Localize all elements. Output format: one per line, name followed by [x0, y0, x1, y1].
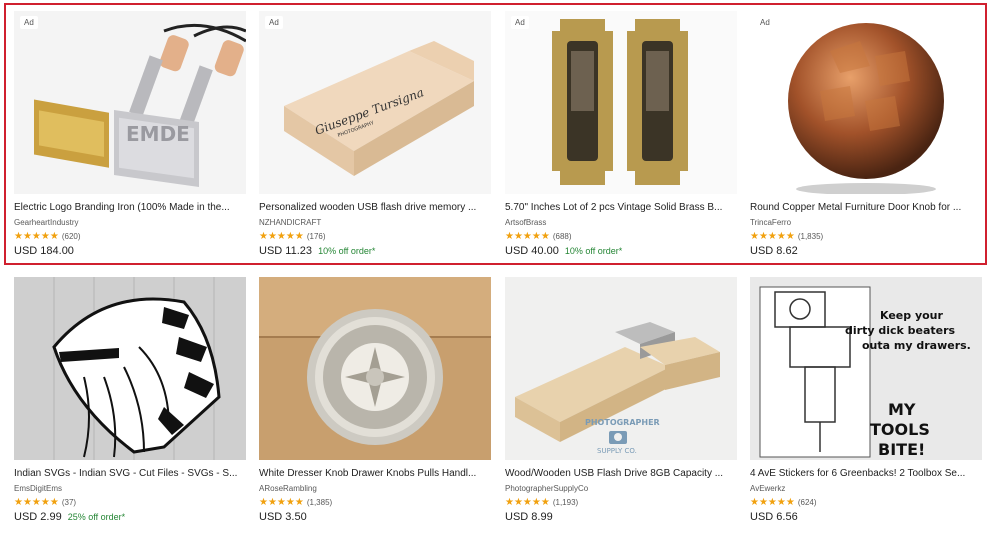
listing-image[interactable] — [259, 277, 491, 460]
price: USD 8.62 — [750, 245, 798, 257]
promo: 10% off order* — [318, 246, 376, 256]
shop-name: ArtsofBrass — [505, 218, 547, 227]
star-rating-icon: ★★★★★ — [750, 497, 795, 508]
listing-title[interactable]: Wood/Wooden USB Flash Drive 8GB Capacity… — [505, 468, 737, 479]
rating: ★★★★★ (688) — [505, 231, 737, 242]
rating: ★★★★★ (1,835) — [750, 231, 982, 242]
shop-name: GearheartIndustry — [14, 218, 79, 227]
listing-card[interactable]: EMDE Ad Electric Logo Branding Iron (100… — [14, 11, 246, 257]
rating: ★★★★★ (176) — [259, 231, 491, 242]
star-rating-icon: ★★★★★ — [14, 497, 59, 508]
rating: ★★★★★ (37) — [14, 497, 246, 508]
shop-name: AvEwerkz — [750, 484, 786, 493]
shop-name: NZHANDICRAFT — [259, 218, 322, 227]
listing-title[interactable]: Round Copper Metal Furniture Door Knob f… — [750, 202, 982, 213]
star-rating-icon: ★★★★★ — [14, 231, 59, 242]
ad-badge: Ad — [265, 16, 283, 29]
listing-card[interactable]: Ad 5.70" Inches Lot of 2 pcs Vintage Sol… — [505, 11, 737, 257]
listing-image[interactable]: Ad — [750, 11, 982, 194]
review-count: (620) — [61, 232, 81, 241]
svg-text:EMDE: EMDE — [126, 122, 190, 146]
review-count: (1,385) — [306, 498, 333, 507]
listing-title[interactable]: 5.70" Inches Lot of 2 pcs Vintage Solid … — [505, 202, 737, 213]
watermark-line1: PHOTOGRAPHER — [585, 418, 660, 427]
price: USD 11.23 — [259, 245, 312, 257]
rating: ★★★★★ (620) — [14, 231, 246, 242]
ad-badge: Ad — [756, 16, 774, 29]
price-row: USD 3.50 — [259, 511, 491, 523]
listing-title[interactable]: Indian SVGs - Indian SVG - Cut Files - S… — [14, 468, 246, 479]
listing-title[interactable]: 4 AvE Stickers for 6 Greenbacks! 2 Toolb… — [750, 468, 982, 479]
star-rating-icon: ★★★★★ — [259, 231, 304, 242]
price-row: USD 8.99 — [505, 511, 737, 523]
watermark-line2: SUPPLY CO. — [597, 447, 637, 455]
listing-card[interactable]: White Dresser Knob Drawer Knobs Pulls Ha… — [259, 277, 491, 523]
price-row: USD 40.00 10% off order* — [505, 245, 737, 257]
rating: ★★★★★ (1,193) — [505, 497, 737, 508]
star-rating-icon: ★★★★★ — [505, 497, 550, 508]
review-count: (176) — [306, 232, 326, 241]
price: USD 40.00 — [505, 245, 559, 257]
review-count: (1,835) — [797, 232, 824, 241]
listing-image[interactable] — [14, 277, 246, 460]
review-count: (1,193) — [552, 498, 579, 507]
shop-name: ARoseRambling — [259, 484, 317, 493]
star-rating-icon: ★★★★★ — [259, 497, 304, 508]
shop-name: TrincaFerro — [750, 218, 792, 227]
star-rating-icon: ★★★★★ — [505, 231, 550, 242]
listing-card[interactable]: PHOTOGRAPHER SUPPLY CO. Wood/Wooden USB … — [505, 277, 737, 523]
price: USD 184.00 — [14, 245, 74, 257]
sticker-big2: TOOLS — [870, 420, 930, 439]
shop-name: EmsDigitEms — [14, 484, 63, 493]
review-count: (37) — [61, 498, 77, 507]
listing-image[interactable]: EMDE Ad — [14, 11, 246, 194]
star-rating-icon: ★★★★★ — [750, 231, 795, 242]
review-count: (624) — [797, 498, 817, 507]
listing-image[interactable]: PHOTOGRAPHER SUPPLY CO. — [505, 277, 737, 460]
rating: ★★★★★ (624) — [750, 497, 982, 508]
sticker-big1: MY — [888, 400, 916, 419]
listing-image[interactable]: Ad — [505, 11, 737, 194]
shop-name: PhotographerSupplyCo — [505, 484, 589, 493]
price: USD 6.56 — [750, 511, 798, 523]
rating: ★★★★★ (1,385) — [259, 497, 491, 508]
listing-title[interactable]: Electric Logo Branding Iron (100% Made i… — [14, 202, 246, 213]
price-row: USD 184.00 — [14, 245, 246, 257]
review-count: (688) — [552, 232, 572, 241]
sticker-line1: Keep your — [880, 309, 944, 322]
promo: 10% off order* — [564, 246, 623, 256]
price-row: USD 11.23 10% off order* — [259, 245, 491, 257]
price: USD 2.99 — [14, 511, 62, 523]
sticker-line2: dirty dick beaters — [845, 324, 956, 337]
listing-card[interactable]: Ad Round Copper Metal Furniture Door Kno… — [750, 11, 982, 257]
listing-title[interactable]: Personalized wooden USB flash drive memo… — [259, 202, 491, 213]
listing-card[interactable]: Keep your dirty dick beaters outa my dra… — [750, 277, 982, 523]
price: USD 3.50 — [259, 511, 307, 523]
listing-card[interactable]: Giuseppe Tursigna PHOTOGRAPHY Ad Persona… — [259, 11, 491, 257]
listing-image[interactable]: Keep your dirty dick beaters outa my dra… — [750, 277, 982, 460]
listing-title[interactable]: White Dresser Knob Drawer Knobs Pulls Ha… — [259, 468, 491, 479]
promo: 25% off order* — [67, 512, 126, 522]
listing-card[interactable]: Indian SVGs - Indian SVG - Cut Files - S… — [14, 277, 246, 523]
sticker-big3: BITE! — [878, 440, 925, 459]
price-row: USD 6.56 — [750, 511, 982, 523]
ad-badge: Ad — [511, 16, 529, 29]
price-row: USD 8.62 — [750, 245, 982, 257]
price: USD 8.99 — [505, 511, 553, 523]
sticker-line3: outa my drawers. — [862, 339, 971, 352]
ad-badge: Ad — [20, 16, 38, 29]
price-row: USD 2.99 25% off order* — [14, 511, 246, 523]
listing-image[interactable]: Giuseppe Tursigna PHOTOGRAPHY Ad — [259, 11, 491, 194]
